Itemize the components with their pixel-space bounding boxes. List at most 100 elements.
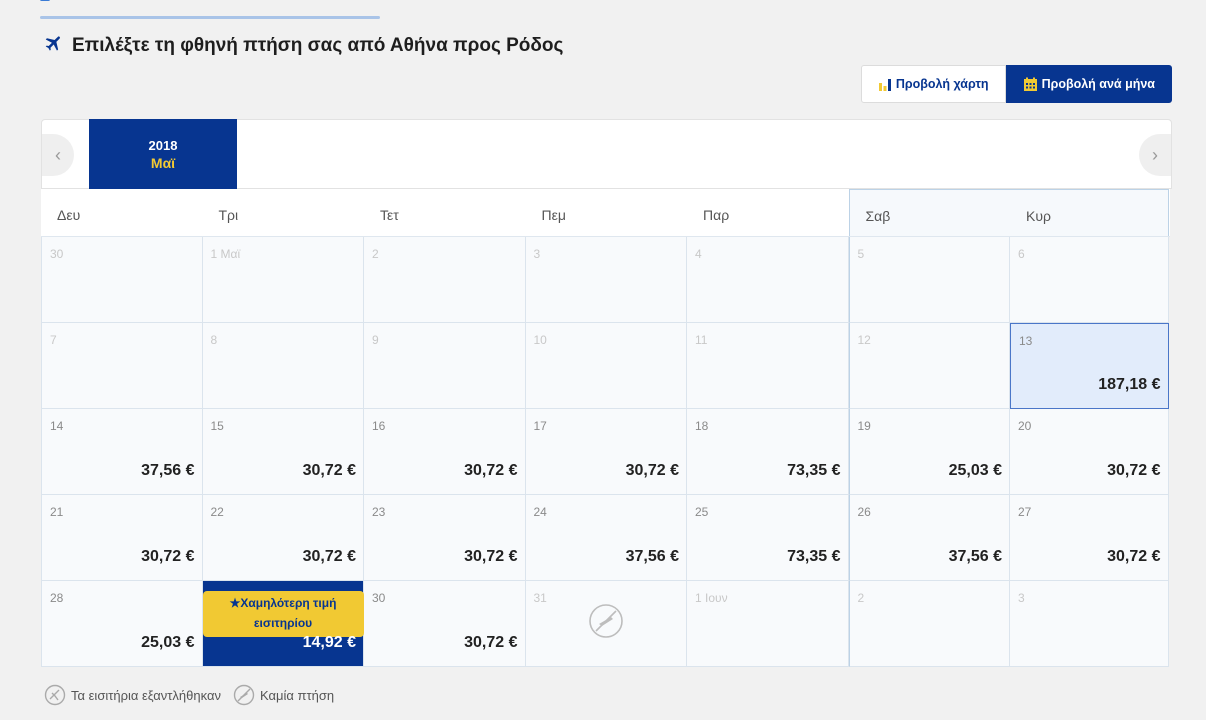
- day-number: 30: [372, 591, 386, 605]
- calendar-icon: [1023, 77, 1038, 92]
- plane-icon: [44, 33, 64, 59]
- calendar-day-cell[interactable]: 26 37,56 €: [848, 495, 1010, 581]
- chevron-left-icon: ‹: [55, 144, 61, 165]
- calendar-day-cell[interactable]: 28 25,03 €: [41, 581, 203, 667]
- page-title: Επιλέξτε τη φθηνή πτήση σας από Αθήνα πρ…: [44, 33, 563, 59]
- calendar-day-cell[interactable]: 15 30,72 €: [202, 409, 364, 495]
- star-icon: ★: [229, 596, 241, 610]
- no-flight-icon: [233, 684, 255, 706]
- day-number: 14: [50, 419, 64, 433]
- next-month-button[interactable]: ›: [1139, 134, 1171, 176]
- day-number: 25: [695, 505, 709, 519]
- legend-no-flight: Καμία πτήση: [233, 684, 334, 706]
- weekday-label: Τετ: [380, 207, 399, 223]
- calendar-day-cell[interactable]: 24 37,56 €: [525, 495, 687, 581]
- day-number: 30: [50, 247, 64, 261]
- day-number: 19: [857, 419, 871, 433]
- calendar-day-cell[interactable]: 18 73,35 €: [687, 409, 849, 495]
- day-number: 20: [1018, 419, 1032, 433]
- day-number: 3: [1018, 591, 1025, 605]
- fare-price: 30,72 €: [625, 462, 679, 479]
- calendar-day-cell: 7: [41, 323, 203, 409]
- calendar-day-cell[interactable]: ★Χαμηλότερη τιμή εισιτηρίου 14,92 €: [202, 581, 364, 667]
- day-number: 5: [857, 247, 865, 261]
- calendar-day-cell[interactable]: 27 30,72 €: [1010, 495, 1169, 581]
- calendar-day-cell: 30: [41, 237, 203, 323]
- day-number: 21: [50, 505, 64, 519]
- calendar-day-cell[interactable]: 13 187,18 €: [1010, 323, 1169, 409]
- legend-sold-out: Τα εισιτήρια εξαντλήθηκαν: [44, 684, 221, 706]
- calendar-day-cell: 3: [1010, 581, 1169, 667]
- day-number: 23: [372, 505, 386, 519]
- fare-price: 30,72 €: [141, 548, 195, 565]
- calendar-day-cell: 12: [848, 323, 1010, 409]
- calendar-day-cell[interactable]: 21 30,72 €: [41, 495, 203, 581]
- calendar-day-cell: 1 Μαϊ: [202, 237, 364, 323]
- day-number: 13: [1019, 334, 1033, 348]
- day-number: 28: [50, 591, 64, 605]
- calendar-day-cell[interactable]: 25 73,35 €: [687, 495, 849, 581]
- fare-price: 30,72 €: [1107, 548, 1161, 565]
- page-title-text: Επιλέξτε τη φθηνή πτήση σας από Αθήνα πρ…: [72, 35, 564, 56]
- calendar-day-cell: 1 Ιουν: [687, 581, 849, 667]
- cheapest-fare-badge: ★Χαμηλότερη τιμή εισιτηρίου: [202, 591, 364, 637]
- month-tab-selected[interactable]: 2018 Μαϊ: [89, 119, 237, 189]
- weekday-label: Παρ: [703, 207, 730, 223]
- calendar-day-cell: 10: [525, 323, 687, 409]
- day-number: 11: [695, 333, 708, 347]
- calendar-day-cell[interactable]: 30 30,72 €: [364, 581, 526, 667]
- fare-price: 30,72 €: [464, 548, 518, 565]
- weekday-label: Κυρ: [1010, 189, 1169, 236]
- weekday-label: Πεμ: [541, 207, 566, 223]
- fare-price: 30,72 €: [1107, 462, 1161, 479]
- month-tab-year: 2018: [148, 137, 178, 153]
- fare-price: 30,72 €: [302, 548, 356, 565]
- fare-price: 37,56 €: [948, 548, 1002, 565]
- day-number: 26: [857, 505, 871, 519]
- weekday-label: Σαβ: [848, 189, 1010, 236]
- month-view-button[interactable]: Προβολή ανά μήνα: [1005, 65, 1172, 103]
- calendar-day-cell: 11: [687, 323, 849, 409]
- month-navigator: ‹ 2018 Μαϊ ›: [41, 119, 1172, 189]
- calendar-day-cell: 2: [848, 581, 1010, 667]
- calendar-day-cell[interactable]: 22 30,72 €: [202, 495, 364, 581]
- fare-price: 30,72 €: [302, 462, 356, 479]
- calendar-day-cell[interactable]: 20 30,72 €: [1010, 409, 1169, 495]
- calendar-day-cell: 3: [525, 237, 687, 323]
- weekday-header: Δευ Τρι Τετ Πεμ Παρ Σαβ Κυρ: [41, 189, 1170, 237]
- prev-month-button[interactable]: ‹: [42, 134, 74, 176]
- day-number: 17: [533, 419, 547, 433]
- calendar-day-cell: 31: [525, 581, 687, 667]
- fare-price: 25,03 €: [948, 462, 1002, 479]
- calendar-day-cell[interactable]: 16 30,72 €: [364, 409, 526, 495]
- day-number: 15: [210, 419, 224, 433]
- calendar-day-cell: 4: [687, 237, 849, 323]
- fare-calendar: Δευ Τρι Τετ Πεμ Παρ Σαβ Κυρ 30 1 Μαϊ 2 3 4 5 6…: [41, 189, 1170, 667]
- chart-view-button[interactable]: Προβολή χάρτη: [860, 65, 1006, 103]
- day-number: 31: [533, 591, 547, 605]
- fare-price: 37,56 €: [141, 462, 195, 479]
- day-number: 2: [372, 247, 379, 261]
- calendar-day-cell[interactable]: 19 25,03 €: [848, 409, 1010, 495]
- day-number: 1 Ιουν: [695, 591, 728, 605]
- sold-out-icon: [44, 684, 66, 706]
- fare-price: 37,56 €: [625, 548, 679, 565]
- fare-price: 30,72 €: [464, 462, 518, 479]
- calendar-day-cell[interactable]: 23 30,72 €: [364, 495, 526, 581]
- fare-price: 14,92 €: [302, 634, 356, 651]
- bar-chart-icon: [878, 77, 892, 91]
- calendar-day-cell: 2: [364, 237, 526, 323]
- calendar-day-cell: 6: [1010, 237, 1169, 323]
- day-number: 10: [533, 333, 547, 347]
- weekday-label: Δευ: [57, 207, 81, 223]
- legend: Τα εισιτήρια εξαντλήθηκαν Καμία πτήση: [44, 684, 342, 706]
- day-number: 9: [372, 333, 379, 347]
- calendar-day-cell[interactable]: 14 37,56 €: [41, 409, 203, 495]
- chevron-right-icon: ›: [1152, 144, 1158, 165]
- day-number: 8: [210, 333, 218, 347]
- calendar-grid: 30 1 Μαϊ 2 3 4 5 6 7 8 9 10 11 12 13 187,18 €14 37,56 €…: [41, 237, 1170, 667]
- fare-price: 73,35 €: [787, 462, 841, 479]
- calendar-day-cell: 8: [202, 323, 364, 409]
- calendar-day-cell[interactable]: 17 30,72 €: [525, 409, 687, 495]
- day-number: 1 Μαϊ: [210, 247, 241, 261]
